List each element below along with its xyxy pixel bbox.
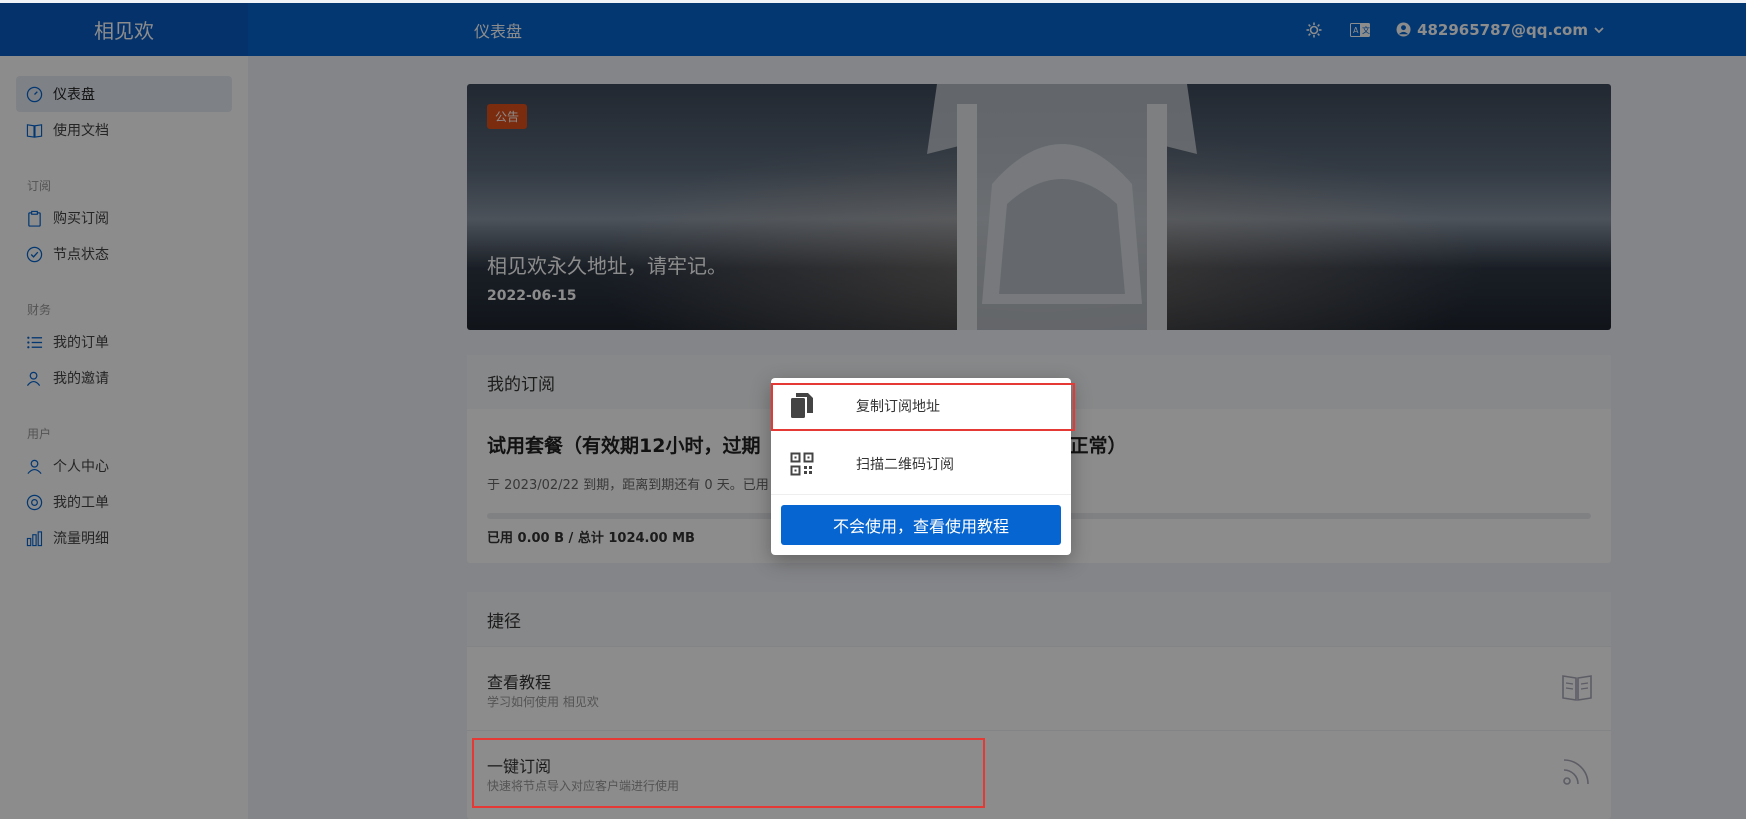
popup-divider [771, 494, 1071, 495]
copy-subscription-url-label: 复制订阅地址 [856, 399, 940, 415]
copy-icon [789, 392, 815, 420]
qr-code-icon [789, 450, 815, 478]
subscribe-popup-menu: 复制订阅地址 扫描二维码订阅 不会使用，查看使用教程 [771, 378, 1071, 555]
scan-qr-subscribe-item[interactable]: 扫描二维码订阅 [771, 436, 1071, 492]
copy-subscription-url-item[interactable]: 复制订阅地址 [771, 378, 1071, 434]
view-tutorial-button[interactable]: 不会使用，查看使用教程 [781, 505, 1061, 545]
scan-qr-subscribe-label: 扫描二维码订阅 [856, 457, 954, 473]
